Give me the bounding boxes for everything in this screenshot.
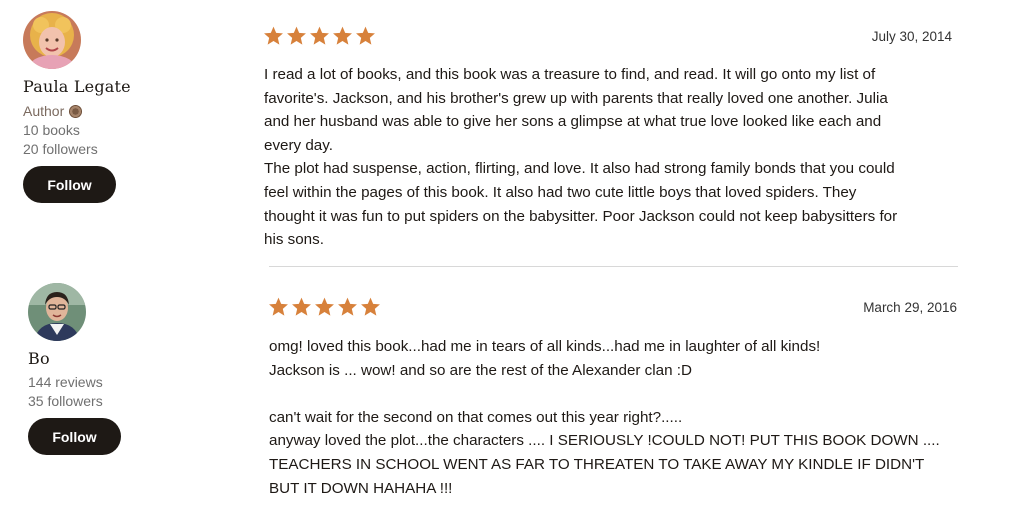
- author-badge-icon: [69, 104, 83, 118]
- reviewer-followers-count[interactable]: 35 followers: [28, 393, 103, 409]
- author-role: Author: [23, 103, 65, 119]
- rating-stars: [262, 25, 377, 47]
- review-text: I read a lot of books, and this book was…: [264, 66, 898, 249]
- reviewer-name[interactable]: Bo: [28, 349, 50, 368]
- reviewer-followers-count[interactable]: 20 followers: [23, 141, 98, 157]
- reviewer-avatar[interactable]: [23, 11, 81, 69]
- star-icon: [315, 297, 334, 316]
- reviewer-books-count[interactable]: 10 books: [23, 122, 80, 138]
- star-icon: [269, 297, 288, 316]
- reviewer-reviews-count[interactable]: 144 reviews: [28, 374, 103, 390]
- rating-stars: [267, 296, 382, 318]
- star-icon: [333, 26, 352, 45]
- follow-button[interactable]: Follow: [28, 418, 121, 455]
- star-icon: [264, 26, 283, 45]
- review-divider: [269, 266, 958, 267]
- follow-button[interactable]: Follow: [23, 166, 116, 203]
- star-icon: [356, 26, 375, 45]
- review-date[interactable]: March 29, 2016: [863, 300, 957, 315]
- reviewer-name[interactable]: Paula Legate: [23, 77, 131, 96]
- review-text: omg! loved this book...had me in tears o…: [269, 338, 940, 497]
- star-icon: [310, 26, 329, 45]
- star-icon: [287, 26, 306, 45]
- star-icon: [292, 297, 311, 316]
- reviewer-avatar[interactable]: [28, 283, 86, 341]
- author-label: Author: [23, 103, 83, 119]
- star-icon: [338, 297, 357, 316]
- review-date[interactable]: July 30, 2014: [872, 29, 952, 44]
- star-icon: [361, 297, 380, 316]
